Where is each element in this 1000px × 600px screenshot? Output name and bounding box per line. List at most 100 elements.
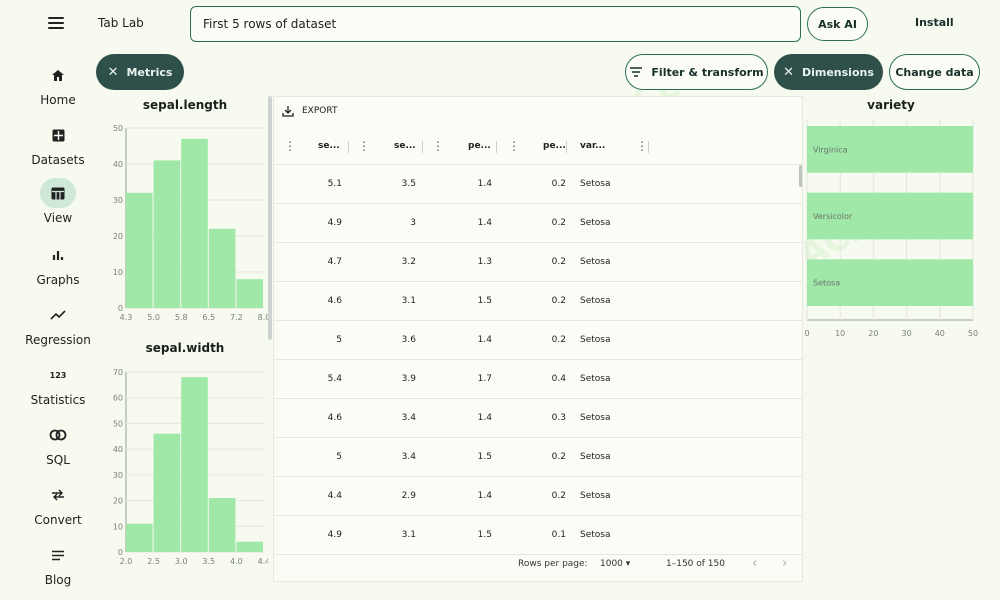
- table-row[interactable]: 5.1 3.5 1.4 0.2 Setosa: [274, 165, 802, 204]
- y-tick-label: 10: [113, 522, 123, 531]
- column-menu-icon[interactable]: ⋮: [284, 139, 296, 153]
- table-row[interactable]: 4.9 3 1.4 0.2 Setosa: [274, 204, 802, 243]
- column-separator[interactable]: [348, 141, 349, 153]
- table-cell: 4.9: [327, 530, 342, 540]
- x-tick-label: 2.5: [147, 557, 160, 566]
- rows-per-page-label: Rows per page:: [518, 559, 588, 569]
- table-row[interactable]: 5.4 3.9 1.7 0.4 Setosa: [274, 360, 802, 399]
- close-icon[interactable]: ✕: [783, 65, 794, 80]
- table-cell: 3.6: [401, 335, 416, 345]
- metrics-chip-label: Metrics: [126, 65, 173, 79]
- charts-scrollbar[interactable]: [268, 96, 272, 340]
- x-tick-label: 40: [935, 329, 945, 338]
- column-separator[interactable]: [648, 141, 649, 153]
- column-header[interactable]: var...: [580, 141, 605, 151]
- table-cell: 0.3: [551, 413, 566, 423]
- table-cell: 4.7: [327, 257, 342, 267]
- sidebar-item-view[interactable]: View: [0, 178, 116, 225]
- table-row[interactable]: 5 3.4 1.5 0.2 Setosa: [274, 438, 802, 477]
- histogram-bar: [181, 138, 208, 308]
- table-cell: 4.6: [327, 413, 342, 423]
- column-menu-icon[interactable]: ⋮: [432, 139, 444, 153]
- column-header[interactable]: pe...: [543, 141, 566, 151]
- sepal-width-histogram: 0 10 20 30 40 50 60 70 2.0 2.5 3.0 3.5 4.0 4.4: [113, 368, 268, 566]
- table-cell: Setosa: [580, 335, 611, 345]
- table-row[interactable]: 5 3.6 1.4 0.2 Setosa: [274, 321, 802, 360]
- sidebar-item-label: View: [43, 211, 73, 225]
- chart-title: sepal.width: [145, 341, 225, 355]
- ask-ai-button[interactable]: Ask AI: [807, 7, 868, 41]
- category-label: Setosa: [813, 279, 840, 288]
- table-cell: Setosa: [580, 296, 611, 306]
- column-menu-icon[interactable]: ⋮: [636, 139, 648, 153]
- histogram-bar: [153, 433, 181, 552]
- sidebar-item-regression[interactable]: Regression: [0, 300, 116, 347]
- table-cell: 3.9: [401, 374, 416, 384]
- column-menu-icon[interactable]: ⋮: [508, 139, 520, 153]
- y-tick-label: 70: [113, 368, 123, 377]
- app-title: Tab Lab: [98, 16, 144, 30]
- table-cell: 0.2: [551, 179, 566, 189]
- histogram-bar: [236, 541, 263, 552]
- y-tick-label: 60: [113, 394, 123, 403]
- histogram-bar: [126, 523, 153, 552]
- chart-title: variety: [867, 98, 915, 112]
- menu-icon[interactable]: [48, 12, 70, 34]
- y-tick-label: 40: [113, 445, 123, 454]
- x-tick-label: 5.8: [175, 313, 188, 322]
- sidebar-item-label: SQL: [46, 453, 70, 467]
- table-cell: 3.1: [401, 530, 416, 540]
- y-tick-label: 20: [113, 232, 123, 241]
- install-button[interactable]: Install: [915, 16, 954, 29]
- table-row[interactable]: 4.4 2.9 1.4 0.2 Setosa: [274, 477, 802, 516]
- column-header[interactable]: pe...: [468, 141, 491, 151]
- y-tick-label: 30: [113, 471, 123, 480]
- column-header[interactable]: se...: [318, 141, 340, 151]
- table-row[interactable]: 4.7 3.2 1.3 0.2 Setosa: [274, 243, 802, 282]
- column-header[interactable]: se...: [394, 141, 416, 151]
- sidebar-item-label: Regression: [25, 333, 91, 347]
- sql-icon: [40, 420, 76, 450]
- x-tick-label: 30: [902, 329, 912, 338]
- table-cell: 0.2: [551, 257, 566, 267]
- category-label: Virginica: [813, 145, 848, 154]
- sidebar-item-blog[interactable]: Blog: [0, 540, 116, 587]
- rows-per-page-select[interactable]: 1000 ▾: [600, 559, 630, 569]
- table-cell: Setosa: [580, 257, 611, 267]
- search-input[interactable]: [190, 6, 801, 42]
- y-tick-label: 10: [113, 268, 123, 277]
- change-data-button[interactable]: Change data: [889, 54, 980, 90]
- export-label: EXPORT: [302, 106, 338, 116]
- table-cell: 0.2: [551, 218, 566, 228]
- next-page-icon[interactable]: ›: [782, 556, 787, 571]
- column-separator[interactable]: [422, 141, 423, 153]
- table-cell: Setosa: [580, 452, 611, 462]
- x-tick-label: 7.2: [230, 313, 243, 322]
- previous-page-icon[interactable]: ‹: [752, 556, 757, 571]
- column-separator[interactable]: [496, 141, 497, 153]
- table-cell: 1.4: [477, 218, 492, 228]
- sidebar-item-graphs[interactable]: Graphs: [0, 240, 116, 287]
- column-separator[interactable]: [566, 141, 567, 153]
- table-cell: 3.5: [401, 179, 416, 189]
- sidebar-item-datasets[interactable]: Datasets: [0, 120, 116, 167]
- dimensions-chip[interactable]: ✕ Dimensions: [774, 54, 883, 90]
- table-cell: 4.4: [327, 491, 342, 501]
- column-menu-icon[interactable]: ⋮: [358, 139, 370, 153]
- export-button[interactable]: EXPORT: [282, 105, 337, 117]
- table-cell: 0.2: [551, 296, 566, 306]
- table-cell: 1.4: [477, 413, 492, 423]
- sidebar-item-sql[interactable]: SQL: [0, 420, 116, 467]
- sidebar-item-convert[interactable]: Convert: [0, 480, 116, 527]
- table-row[interactable]: 4.6 3.4 1.4 0.3 Setosa: [274, 399, 802, 438]
- table-cell: 4.9: [327, 218, 342, 228]
- table-cell: 1.5: [477, 296, 492, 306]
- sidebar-item-label: Datasets: [31, 153, 85, 167]
- filter-transform-button[interactable]: Filter & transform: [625, 54, 768, 90]
- pagination-range: 1–150 of 150: [666, 559, 725, 569]
- x-tick-label: 3.5: [202, 557, 215, 566]
- table-row[interactable]: 4.6 3.1 1.5 0.2 Setosa: [274, 282, 802, 321]
- y-tick-label: 20: [113, 497, 123, 506]
- sidebar-item-statistics[interactable]: 123 Statistics: [0, 360, 116, 408]
- sidebar-item-home[interactable]: Home: [0, 60, 116, 107]
